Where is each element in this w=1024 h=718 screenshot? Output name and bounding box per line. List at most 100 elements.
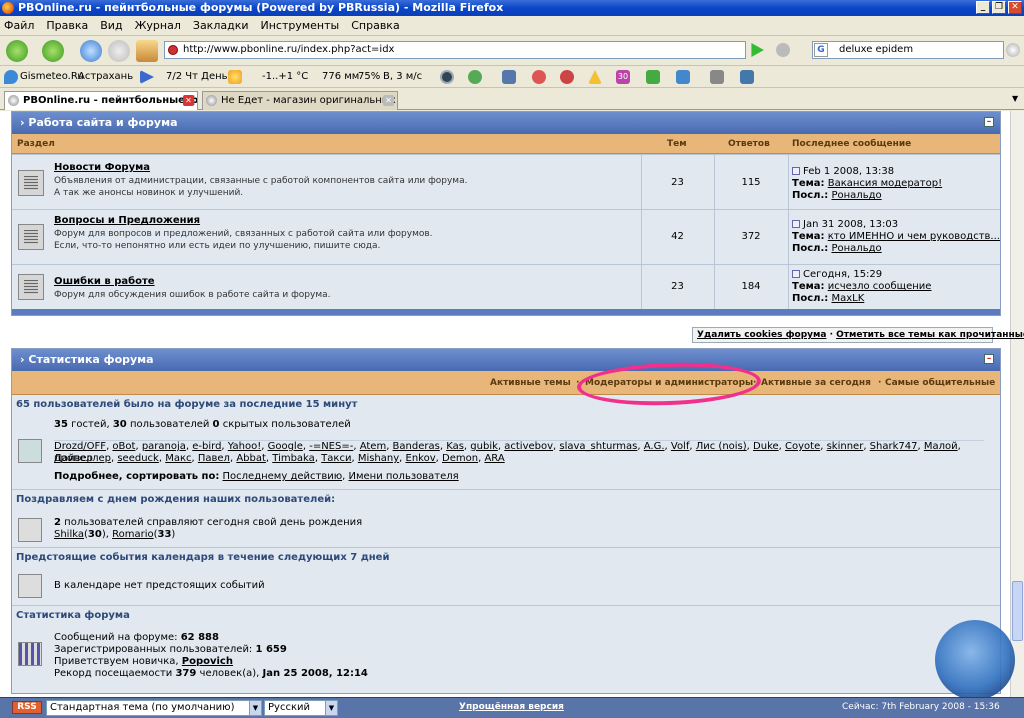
simple-version-link[interactable]: Упрощённая версия (459, 702, 564, 712)
rss-button[interactable]: RSS (12, 701, 42, 714)
google-search-icon[interactable]: G (814, 43, 828, 57)
last-post-topic[interactable]: исчезло сообщение (828, 281, 932, 292)
menu-view[interactable]: Вид (100, 19, 122, 32)
online-user-link[interactable]: Coyote (785, 441, 820, 452)
sort-by-action-link[interactable]: Последнему действию (223, 471, 343, 482)
online-user-link[interactable]: gubik (470, 441, 498, 452)
language-select[interactable]: Русский ▼ (264, 700, 338, 716)
last-post-author[interactable]: Рональдо (831, 190, 881, 201)
active-topics-link[interactable]: Активные темы (490, 378, 571, 388)
search-go-icon[interactable] (1006, 43, 1020, 57)
chevron-down-icon[interactable]: ▼ (325, 701, 337, 715)
person-icon[interactable] (740, 70, 754, 84)
online-user-link[interactable]: slava_shturmas (559, 441, 637, 452)
online-user-link[interactable]: Yahoo! (228, 441, 261, 452)
birthday-user-link[interactable]: Romario (112, 529, 154, 540)
search-field[interactable]: G deluxe epidem (812, 41, 1004, 59)
delete-cookies-link[interactable]: Удалить cookies форума (697, 330, 826, 340)
online-user-link[interactable]: activebov (504, 441, 553, 452)
gismeteo-icon[interactable] (4, 70, 18, 84)
forum-title[interactable]: Вопросы и Предложения (54, 215, 200, 226)
flower-icon[interactable] (532, 70, 546, 84)
chevron-down-icon[interactable]: ▼ (249, 701, 261, 715)
home-icon[interactable] (136, 40, 158, 62)
online-user-link[interactable]: Kas (446, 441, 464, 452)
target-icon[interactable] (560, 70, 574, 84)
tab-list-icon[interactable]: ▼ (1012, 94, 1018, 103)
online-user-link[interactable]: skinner (827, 441, 864, 452)
maximize-button[interactable]: ❐ (992, 1, 1006, 14)
warning-icon[interactable] (588, 70, 602, 84)
most-active-link[interactable]: Самые общительные (885, 378, 995, 388)
online-user-link[interactable]: Enkov (406, 453, 436, 464)
last-post-author[interactable]: MaxLK (831, 293, 864, 304)
online-user-link[interactable]: Малой (924, 441, 958, 452)
active-today-link[interactable]: Активные за сегодня (761, 378, 871, 388)
online-user-link[interactable]: A.G. (644, 441, 665, 452)
palm-icon[interactable] (646, 70, 660, 84)
online-user-link[interactable]: Demon (442, 453, 478, 464)
close-button[interactable]: ✕ (1008, 1, 1022, 14)
minimize-button[interactable]: _ (976, 1, 990, 14)
post-icon[interactable] (792, 167, 800, 175)
edit-icon[interactable] (502, 70, 516, 84)
online-user-link[interactable]: Макс (165, 453, 191, 464)
forum-title[interactable]: Новости Форума (54, 162, 150, 173)
sort-by-name-link[interactable]: Имени пользователя (349, 471, 459, 482)
post-icon[interactable] (792, 220, 800, 228)
online-user-link[interactable]: Лис (nois) (696, 441, 747, 452)
tab-pbonline[interactable]: PBOnline.ru - пейнтбольные фор... ✕ (4, 91, 198, 110)
globe-icon[interactable] (468, 70, 482, 84)
menu-history[interactable]: Журнал (135, 19, 181, 32)
online-user-link[interactable]: seeduck (117, 453, 159, 464)
theme-select[interactable]: Стандартная тема (по умолчанию) ▼ (46, 700, 262, 716)
menu-tools[interactable]: Инструменты (261, 19, 340, 32)
online-user-link[interactable]: e-bird (192, 441, 221, 452)
post-icon[interactable] (792, 270, 800, 278)
tab-close-icon[interactable]: ✕ (383, 95, 394, 106)
online-user-link[interactable]: Atem (360, 441, 386, 452)
online-user-link[interactable]: -=NES=- (309, 441, 353, 452)
menu-bookmarks[interactable]: Закладки (193, 19, 249, 32)
vertical-scrollbar[interactable] (1010, 111, 1024, 697)
online-user-link[interactable]: пропеллер (54, 453, 111, 464)
forward-icon[interactable] (42, 40, 64, 62)
last-post-topic[interactable]: кто ИМЕННО и чем руководств... (828, 231, 1000, 242)
online-user-link[interactable]: Timbaka (272, 453, 315, 464)
online-user-link[interactable]: Такси (321, 453, 351, 464)
menu-help[interactable]: Справка (351, 19, 399, 32)
online-user-link[interactable]: Shark747 (870, 441, 918, 452)
online-user-link[interactable]: Drozd/OFF (54, 441, 106, 452)
tab-ne-edet[interactable]: Не Едет - магазин оригинальных ав... ✕ (202, 91, 398, 110)
newest-user-link[interactable]: Popovich (182, 656, 233, 667)
online-user-link[interactable]: paranoja (142, 441, 186, 452)
page-info-icon[interactable] (776, 43, 790, 57)
play-icon[interactable] (140, 70, 154, 84)
online-user-link[interactable]: oBot (112, 441, 135, 452)
calendar-30-icon[interactable]: 30 (616, 70, 630, 84)
online-user-link[interactable]: Abbat (236, 453, 266, 464)
tab-close-icon[interactable]: ✕ (183, 95, 194, 106)
online-user-link[interactable]: Mishany (358, 453, 399, 464)
category-title[interactable]: Работа сайта и форума (28, 116, 177, 129)
collapse-icon[interactable]: – (984, 354, 994, 364)
tools-icon[interactable] (710, 70, 724, 84)
forum-title[interactable]: Ошибки в работе (54, 276, 155, 287)
last-post-topic[interactable]: Вакансия модератор! (828, 178, 942, 189)
tv-icon[interactable] (676, 70, 690, 84)
mark-all-read-link[interactable]: Отметить все темы как прочитанные (836, 330, 1024, 340)
gismeteo-label[interactable]: Gismeteo.Ru (20, 71, 84, 82)
reload-icon[interactable] (80, 40, 102, 62)
birthday-user-link[interactable]: Shilka (54, 529, 84, 540)
online-user-link[interactable]: Banderas (393, 441, 440, 452)
online-user-link[interactable]: Duke (753, 441, 779, 452)
city-label[interactable]: Астрахань (78, 71, 133, 82)
stop-icon[interactable] (108, 40, 130, 62)
online-user-link[interactable]: Google (268, 441, 303, 452)
online-user-link[interactable]: Павел (198, 453, 230, 464)
menu-file[interactable]: Файл (4, 19, 34, 32)
back-icon[interactable] (6, 40, 28, 62)
collapse-icon[interactable]: – (984, 117, 994, 127)
moon-icon[interactable] (440, 70, 454, 84)
online-user-link[interactable]: ARA (484, 453, 504, 464)
